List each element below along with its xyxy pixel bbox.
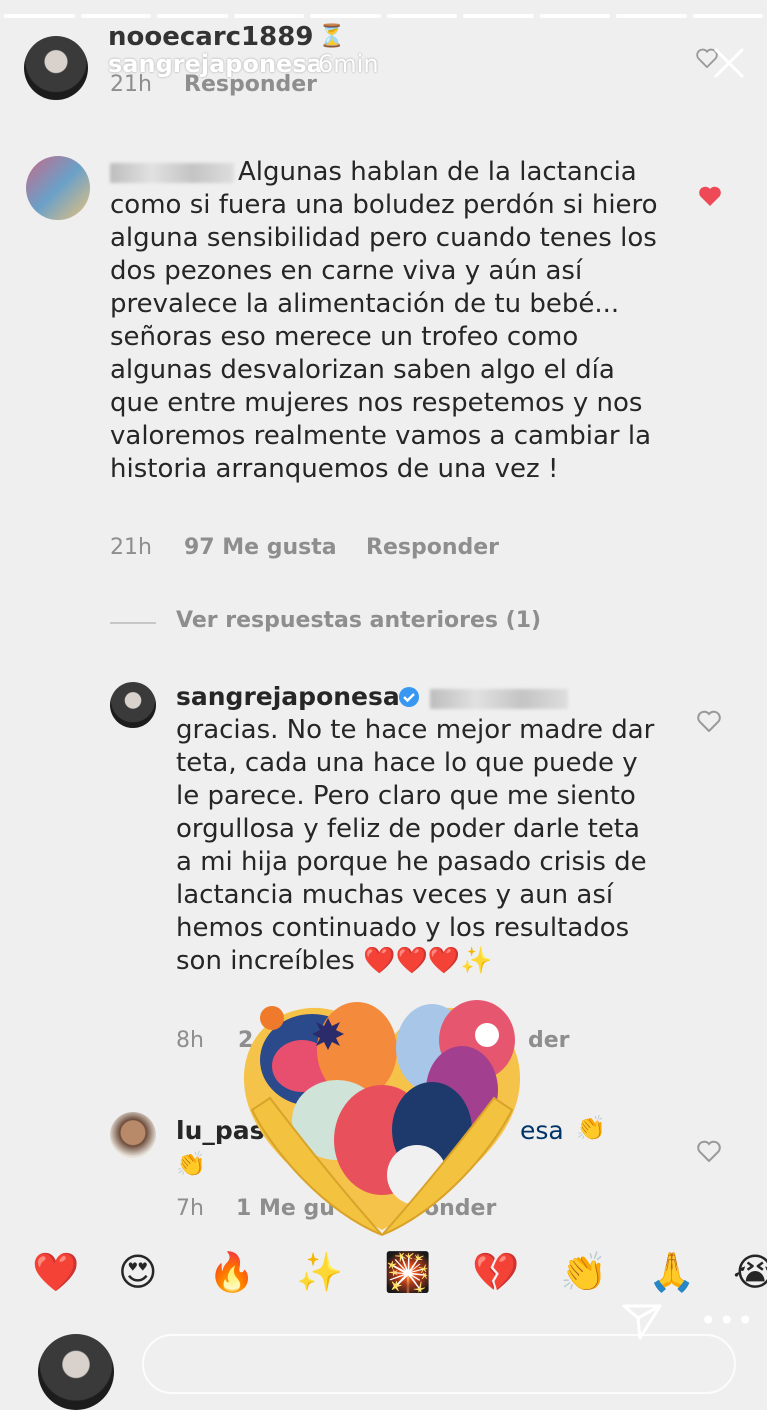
fireworks-reaction[interactable]: 🎇	[384, 1244, 431, 1300]
story-avatar[interactable]	[24, 36, 88, 100]
broken-heart-reaction[interactable]: 💔	[472, 1244, 519, 1300]
verified-badge-icon	[399, 687, 419, 707]
clapping-reaction[interactable]: 👏	[560, 1244, 607, 1300]
reply-avatar[interactable]	[110, 682, 156, 728]
blurred-mention	[430, 689, 568, 709]
comment-text: Algunas hablan de la lactancia como si f…	[110, 157, 658, 484]
viewer-avatar	[38, 1334, 114, 1410]
comment-time: 21h	[110, 535, 152, 560]
commenter-avatar[interactable]	[26, 156, 90, 220]
message-input[interactable]	[142, 1334, 736, 1394]
praying-hands-reaction[interactable]: 🙏	[648, 1244, 695, 1300]
quick-reactions-bar: ❤️ 😍 🔥 ✨ 🎇 💔 👏 🙏 😭	[0, 1244, 767, 1300]
story-time: 6min	[318, 50, 379, 78]
top-comment-reply[interactable]: Responder	[184, 72, 317, 97]
reply-text: gracias. No te hace mejor madre dar teta…	[176, 715, 655, 976]
heart-hands-sticker	[243, 1000, 521, 1236]
story-progress-bar	[4, 14, 763, 18]
heart-filled-icon[interactable]	[697, 185, 723, 207]
fire-reaction[interactable]: 🔥	[208, 1244, 255, 1300]
reply-bar	[0, 1328, 767, 1410]
reply2-time: 7h	[176, 1196, 204, 1221]
top-comment-time: 21h	[110, 72, 152, 97]
hourglass-icon: ⏳	[318, 24, 346, 49]
sparkles-reaction[interactable]: ✨	[296, 1244, 343, 1300]
close-icon[interactable]	[712, 46, 746, 80]
reply2-avatar[interactable]	[110, 1112, 156, 1158]
comment-likes[interactable]: 97 Me gusta	[184, 535, 337, 560]
comment-reply-button[interactable]: Responder	[366, 535, 499, 560]
divider-line	[110, 622, 156, 624]
heart-outline-icon[interactable]	[697, 1140, 721, 1162]
heart-eyes-reaction[interactable]: 😍	[118, 1244, 158, 1300]
reply-time: 8h	[176, 1028, 204, 1053]
top-comment-username: nooecarc1889	[108, 22, 314, 52]
reply-reply-partial[interactable]: der	[528, 1028, 570, 1053]
heart-outline-icon[interactable]	[697, 710, 721, 732]
view-previous-replies[interactable]: Ver respuestas anteriores (1)	[176, 608, 541, 633]
story-header: nooecarc1889 ⏳ sangrejaponesa 6min 21h R…	[0, 22, 767, 108]
crying-reaction[interactable]: 😭	[733, 1244, 767, 1300]
red-heart-reaction[interactable]: ❤️	[32, 1244, 79, 1300]
reply-username[interactable]: sangrejaponesa	[176, 682, 400, 711]
